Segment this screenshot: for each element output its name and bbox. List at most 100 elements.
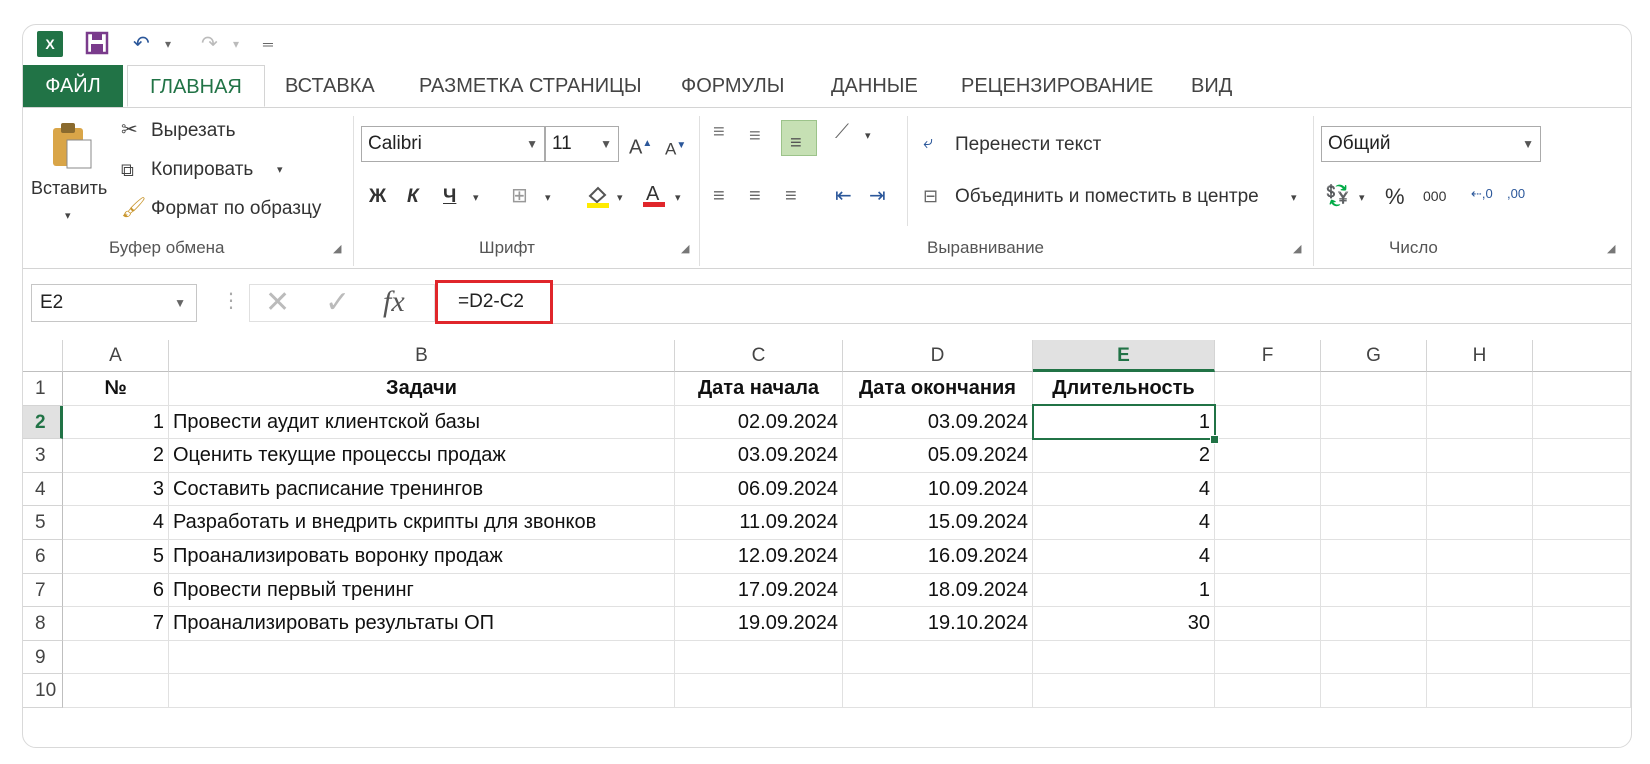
cell-A-row-10[interactable] xyxy=(63,674,169,708)
cell-B-row-8[interactable]: Проанализировать результаты ОП xyxy=(169,607,675,641)
align-center-icon[interactable]: ≡ xyxy=(749,184,761,208)
cell-F-row-6[interactable] xyxy=(1215,540,1321,574)
cell-C-row-6[interactable]: 12.09.2024 xyxy=(675,540,843,574)
cell-I-row-10[interactable] xyxy=(1533,674,1631,708)
cell-G-row-3[interactable] xyxy=(1321,439,1427,473)
tab-home[interactable]: ГЛАВНАЯ xyxy=(127,65,265,107)
borders-icon[interactable]: ⊞ xyxy=(511,184,528,208)
cell-D-row-9[interactable] xyxy=(843,640,1033,675)
cell-A-row-2[interactable]: 1 xyxy=(63,405,169,440)
percent-button[interactable]: % xyxy=(1385,184,1405,210)
number-format-select[interactable]: Общий ▼ xyxy=(1321,126,1541,162)
cancel-icon[interactable]: ✕ xyxy=(265,284,290,322)
tab-formulas[interactable]: ФОРМУЛЫ xyxy=(681,65,784,107)
row-header-5[interactable]: 5 xyxy=(23,506,63,540)
number-launcher-icon[interactable]: ◢ xyxy=(1607,242,1615,255)
cell-D-row-3[interactable]: 05.09.2024 xyxy=(843,439,1033,473)
tab-data[interactable]: ДАННЫЕ xyxy=(831,65,918,107)
format-painter-button[interactable]: Формат по образцу xyxy=(151,198,321,220)
column-header-E[interactable]: E xyxy=(1033,340,1215,372)
format-painter-icon[interactable]: 🖌 xyxy=(121,196,146,220)
cell-G-row-8[interactable] xyxy=(1321,607,1427,641)
alignment-launcher-icon[interactable]: ◢ xyxy=(1293,242,1301,255)
cell-A-row-5[interactable]: 4 xyxy=(63,506,169,540)
cell-B-row-3[interactable]: Оценить текущие процессы продаж xyxy=(169,439,675,473)
cell-G-row-5[interactable] xyxy=(1321,506,1427,540)
cell-B-row-10[interactable] xyxy=(169,674,675,708)
cell-A-row-9[interactable] xyxy=(63,640,169,675)
cut-icon[interactable]: ✂ xyxy=(121,118,138,142)
cell-D-row-7[interactable]: 18.09.2024 xyxy=(843,573,1033,608)
column-header-H[interactable]: H xyxy=(1427,340,1533,372)
font-name-select[interactable]: Calibri ▼ xyxy=(361,126,545,162)
cell-C-row-10[interactable] xyxy=(675,674,843,708)
row-header-7[interactable]: 7 xyxy=(23,573,63,608)
row-header-1[interactable]: 1 xyxy=(23,372,63,406)
undo-dropdown-icon[interactable]: ▾ xyxy=(165,31,171,57)
underline-button[interactable]: Ч xyxy=(443,186,456,208)
cell-I-row-5[interactable] xyxy=(1533,506,1631,540)
cell-E-row-8[interactable]: 30 xyxy=(1033,607,1215,641)
paste-button[interactable]: Вставить xyxy=(31,178,107,199)
cell-F-row-7[interactable] xyxy=(1215,573,1321,608)
cell-I-row-9[interactable] xyxy=(1533,640,1631,675)
font-color-dropdown-icon[interactable]: ▾ xyxy=(675,186,681,210)
cell-F-row-9[interactable] xyxy=(1215,640,1321,675)
tab-page-layout[interactable]: РАЗМЕТКА СТРАНИЦЫ xyxy=(419,65,642,107)
undo-icon[interactable]: ↶ xyxy=(133,31,150,57)
cell-I-row-3[interactable] xyxy=(1533,439,1631,473)
align-left-icon[interactable]: ≡ xyxy=(713,184,725,208)
fill-handle[interactable] xyxy=(1210,435,1219,444)
cell-H-row-8[interactable] xyxy=(1427,607,1533,641)
name-box[interactable]: E2 ▼ xyxy=(31,284,197,322)
tab-insert[interactable]: ВСТАВКА xyxy=(285,65,375,107)
cell-F-row-2[interactable] xyxy=(1215,405,1321,440)
currency-format-icon[interactable]: 💱 xyxy=(1325,184,1350,208)
cell-B-row-1[interactable]: Задачи xyxy=(169,372,675,406)
wrap-text-icon[interactable]: ⤶ xyxy=(923,130,933,154)
cell-C-row-7[interactable]: 17.09.2024 xyxy=(675,573,843,608)
cell-B-row-9[interactable] xyxy=(169,640,675,675)
formula-input[interactable]: =D2-C2 xyxy=(435,280,553,324)
cell-E-row-10[interactable] xyxy=(1033,674,1215,708)
increase-indent-icon[interactable]: ⇥ xyxy=(869,184,886,208)
cell-H-row-1[interactable] xyxy=(1427,372,1533,406)
fill-dropdown-icon[interactable]: ▾ xyxy=(617,186,623,210)
cell-D-row-4[interactable]: 10.09.2024 xyxy=(843,472,1033,507)
paste-dropdown-icon[interactable]: ▾ xyxy=(65,204,71,228)
currency-dropdown-icon[interactable]: ▾ xyxy=(1359,186,1365,210)
cell-E-row-4[interactable]: 4 xyxy=(1033,472,1215,507)
merge-center-button[interactable]: Объединить и поместить в центре xyxy=(955,186,1259,208)
borders-dropdown-icon[interactable]: ▾ xyxy=(545,186,551,210)
cell-C-row-1[interactable]: Дата начала xyxy=(675,372,843,406)
cell-B-row-7[interactable]: Провести первый тренинг xyxy=(169,573,675,608)
cell-A-row-7[interactable]: 6 xyxy=(63,573,169,608)
cell-I-row-1[interactable] xyxy=(1533,372,1631,406)
decrease-indent-icon[interactable]: ⇤ xyxy=(835,184,852,208)
fill-color-icon[interactable] xyxy=(585,182,611,214)
cell-B-row-2[interactable]: Провести аудит клиентской базы xyxy=(169,405,675,440)
cell-F-row-5[interactable] xyxy=(1215,506,1321,540)
row-header-9[interactable]: 9 xyxy=(23,640,63,675)
cell-D-row-6[interactable]: 16.09.2024 xyxy=(843,540,1033,574)
cell-H-row-3[interactable] xyxy=(1427,439,1533,473)
italic-button[interactable]: К xyxy=(407,186,419,208)
enter-icon[interactable]: ✓ xyxy=(325,284,350,322)
cell-A-row-1[interactable]: № xyxy=(63,372,169,406)
formula-input-line[interactable] xyxy=(553,284,1631,324)
orientation-icon[interactable]: ⟋ xyxy=(835,120,849,144)
cell-H-row-5[interactable] xyxy=(1427,506,1533,540)
cell-H-row-7[interactable] xyxy=(1427,573,1533,608)
merge-dropdown-icon[interactable]: ▾ xyxy=(1291,186,1297,210)
cell-I-row-6[interactable] xyxy=(1533,540,1631,574)
cell-C-row-9[interactable] xyxy=(675,640,843,675)
orientation-dropdown-icon[interactable]: ▾ xyxy=(865,124,871,148)
align-middle-icon[interactable]: ≡ xyxy=(749,124,761,148)
cell-E-row-6[interactable]: 4 xyxy=(1033,540,1215,574)
cell-G-row-2[interactable] xyxy=(1321,405,1427,440)
cell-C-row-3[interactable]: 03.09.2024 xyxy=(675,439,843,473)
cell-B-row-6[interactable]: Проанализировать воронку продаж xyxy=(169,540,675,574)
increase-font-icon[interactable]: A▲ xyxy=(629,132,652,160)
cell-G-row-1[interactable] xyxy=(1321,372,1427,406)
row-header-2[interactable]: 2 xyxy=(23,405,63,440)
